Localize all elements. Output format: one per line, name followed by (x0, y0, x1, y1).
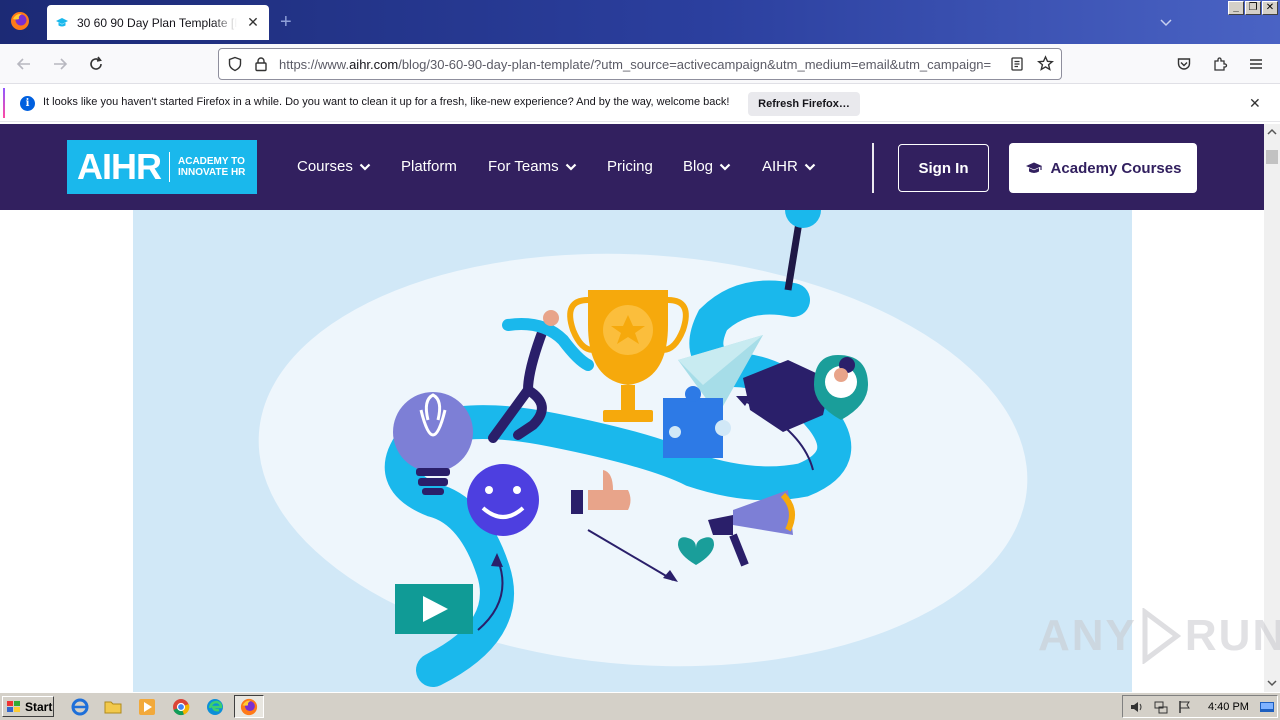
reader-view-icon[interactable] (1009, 56, 1025, 72)
site-header: AIHR ACADEMY TO INNOVATE HR Courses Platf… (0, 124, 1264, 210)
notification-accent (3, 88, 5, 118)
media-player-icon[interactable] (137, 697, 157, 717)
anyrun-watermark: ANY RUN (1038, 608, 1280, 664)
pocket-icon[interactable] (1172, 52, 1196, 76)
app-menu-icon[interactable] (1244, 52, 1268, 76)
shield-icon[interactable] (227, 56, 243, 72)
start-button[interactable]: Start (2, 696, 54, 717)
nav-courses[interactable]: Courses (297, 158, 371, 175)
taskbar (0, 692, 1280, 720)
chevron-down-icon (804, 163, 816, 171)
volume-icon[interactable] (1129, 699, 1145, 715)
web-page: AIHR ACADEMY TO INNOVATE HR Courses Platf… (0, 124, 1264, 692)
flag-icon[interactable] (1177, 699, 1193, 715)
tab-title: 30 60 90 Day Plan Template [Free Templat… (77, 15, 237, 30)
chevron-down-icon (719, 163, 731, 171)
refresh-firefox-button[interactable]: Refresh Firefox… (748, 92, 860, 116)
notification-close-icon[interactable]: ✕ (1249, 95, 1261, 112)
window-close-icon[interactable]: ✕ (1262, 1, 1278, 15)
internet-explorer-icon[interactable] (70, 697, 90, 717)
nav-for-teams[interactable]: For Teams (488, 158, 577, 175)
network-icon[interactable] (1153, 699, 1169, 715)
extensions-icon[interactable] (1208, 52, 1232, 76)
url-text[interactable]: https://www.aihr.com/blog/30-60-90-day-p… (279, 57, 1001, 72)
graduation-cap-icon (1025, 162, 1042, 173)
new-tab-icon[interactable]: + (280, 12, 292, 32)
edge-icon[interactable] (205, 697, 225, 717)
scroll-down-icon[interactable] (1267, 679, 1277, 687)
taskbar-clock: 4:40 PM (1208, 701, 1249, 713)
chevron-down-icon (359, 163, 371, 171)
sign-in-button[interactable]: Sign In (898, 144, 989, 192)
firefox-icon (240, 698, 258, 715)
logo-divider (169, 152, 170, 182)
graduation-cap-icon (56, 17, 68, 26)
forward-icon[interactable] (48, 52, 72, 76)
reload-icon[interactable] (84, 52, 108, 76)
bookmark-star-icon[interactable] (1037, 55, 1054, 72)
hero-illustration (133, 210, 1132, 692)
aihr-logo[interactable]: AIHR ACADEMY TO INNOVATE HR (67, 140, 257, 194)
info-icon: i (20, 96, 35, 111)
header-divider (872, 143, 874, 193)
academy-courses-button[interactable]: Academy Courses (1009, 143, 1197, 193)
nav-aihr[interactable]: AIHR (762, 158, 816, 175)
firefox-menu-icon[interactable] (8, 9, 32, 33)
play-triangle-icon (1142, 608, 1181, 664)
lock-icon[interactable] (253, 56, 269, 72)
map-pin-top (785, 210, 821, 228)
window-minimize-icon[interactable]: _ (1228, 1, 1244, 15)
nav-blog[interactable]: Blog (683, 158, 731, 175)
url-bar[interactable]: https://www.aihr.com/blog/30-60-90-day-p… (218, 48, 1062, 80)
file-explorer-icon[interactable] (103, 697, 123, 717)
light-bulb-icon (393, 392, 473, 472)
show-desktop-icon[interactable] (1259, 699, 1275, 715)
notification-bar: i It looks like you haven’t started Fire… (0, 84, 1280, 122)
windows-logo-icon (7, 700, 20, 712)
logo-main: AIHR (77, 146, 162, 187)
logo-tagline: ACADEMY TO INNOVATE HR (178, 156, 246, 178)
tab-active[interactable]: 30 60 90 Day Plan Template [Free Templat… (47, 5, 269, 40)
back-icon[interactable] (12, 52, 36, 76)
system-tray (1122, 695, 1278, 718)
thumbs-up-icon (571, 490, 583, 514)
list-all-tabs-icon[interactable] (1158, 14, 1174, 30)
chevron-down-icon (565, 163, 576, 171)
scroll-up-icon[interactable] (1267, 128, 1277, 136)
nav-pricing[interactable]: Pricing (607, 158, 653, 175)
scrollbar-thumb[interactable] (1266, 150, 1278, 164)
window-restore-icon[interactable]: ❐ (1245, 1, 1261, 15)
vertical-scrollbar[interactable] (1264, 124, 1280, 692)
chrome-icon[interactable] (171, 697, 191, 717)
smiley-icon (467, 464, 539, 536)
nav-platform[interactable]: Platform (401, 158, 457, 175)
tab-close-icon[interactable]: ✕ (245, 14, 261, 31)
notification-message: It looks like you haven’t started Firefo… (43, 96, 730, 108)
firefox-taskbar-button[interactable] (234, 695, 264, 718)
